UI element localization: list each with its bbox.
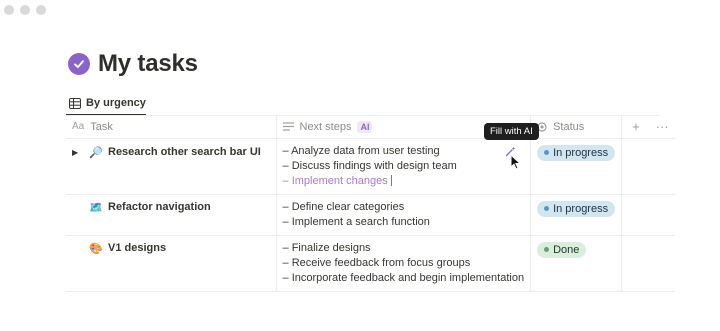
mouse-cursor-icon <box>510 154 521 170</box>
status-cell[interactable]: In progress <box>530 138 623 195</box>
step-item: – Incorporate feedback and begin impleme… <box>282 271 525 284</box>
step-item: – Analyze data from user testing <box>282 144 440 157</box>
text-property-icon: Aa <box>72 121 85 133</box>
table-row[interactable]: 🗺️ Refactor navigation – Define clear ca… <box>66 194 675 236</box>
table-row[interactable]: 🎨 V1 designs – Finalize designs – Receiv… <box>66 235 675 292</box>
task-cell[interactable]: 🎨 V1 designs <box>66 235 277 292</box>
step-item: – Discuss findings with design team <box>282 159 457 172</box>
empty-cell <box>621 235 675 292</box>
column-header-status[interactable]: Status <box>530 116 623 139</box>
empty-cell <box>621 138 675 195</box>
status-dot <box>544 247 550 252</box>
status-label: In progress <box>553 202 609 215</box>
table-icon <box>69 97 81 109</box>
maximize-window-dot[interactable] <box>36 5 46 15</box>
status-dot <box>544 206 550 211</box>
magnifier-emoji-icon: 🔎 <box>89 146 103 159</box>
task-name: Refactor navigation <box>108 201 211 213</box>
table-row[interactable]: ▶ 🔎 Research other search bar UI – Analy… <box>66 138 675 195</box>
close-window-dot[interactable] <box>4 5 14 15</box>
next-steps-cell[interactable]: – Finalize designs – Receive feedback fr… <box>276 235 532 292</box>
map-emoji-icon: 🗺️ <box>89 201 103 214</box>
task-name: Research other search bar UI <box>108 146 261 158</box>
empty-cell <box>621 194 675 236</box>
status-label: In progress <box>553 146 609 159</box>
add-property-button[interactable]: + <box>632 119 640 134</box>
column-actions: + ··· <box>621 116 675 139</box>
page-header: My tasks <box>68 50 198 78</box>
step-item: – Implement a search function <box>282 215 430 228</box>
minimize-window-dot[interactable] <box>20 5 30 15</box>
table-header-row: Aa Task Next steps AI Status + ··· <box>66 116 675 139</box>
step-item: – Receive feedback from focus groups <box>282 256 471 269</box>
step-item: – Finalize designs <box>282 241 371 254</box>
task-name: V1 designs <box>108 242 167 254</box>
page-title: My tasks <box>98 50 198 77</box>
next-steps-cell[interactable]: – Define clear categories – Implement a … <box>276 194 532 236</box>
step-item: – Define clear categories <box>282 200 405 213</box>
ai-badge: AI <box>357 120 373 133</box>
text-caret <box>390 175 392 187</box>
status-cell[interactable]: Done <box>530 235 623 292</box>
tab-by-urgency[interactable]: By urgency <box>66 93 149 113</box>
tasks-table: Aa Task Next steps AI Status + ··· ▶ 🔎 R… <box>66 116 675 292</box>
fill-with-ai-tooltip: Fill with AI <box>484 123 539 140</box>
lines-icon <box>282 122 294 131</box>
palette-emoji-icon: 🎨 <box>89 242 103 255</box>
more-options-button[interactable]: ··· <box>656 119 669 134</box>
status-label: Done <box>553 243 580 256</box>
status-badge[interactable]: In progress <box>537 200 616 217</box>
status-cell[interactable]: In progress <box>530 194 623 236</box>
column-header-next-steps-label: Next steps <box>299 120 352 133</box>
expand-toggle-icon[interactable]: ▶ <box>72 148 84 157</box>
next-steps-cell[interactable]: – Analyze data from user testing – Discu… <box>276 138 532 195</box>
window-controls <box>4 5 46 15</box>
generating-step-item: – Implement changes <box>283 174 525 189</box>
task-cell[interactable]: ▶ 🔎 Research other search bar UI <box>66 138 277 195</box>
column-header-task[interactable]: Aa Task <box>66 116 277 139</box>
column-header-status-label: Status <box>553 120 585 133</box>
column-header-task-label: Task <box>90 120 113 133</box>
status-badge[interactable]: In progress <box>537 144 616 161</box>
status-dot <box>544 150 550 155</box>
check-circle-icon <box>68 53 90 75</box>
view-tab-label: By urgency <box>86 97 146 109</box>
status-badge[interactable]: Done <box>537 241 587 258</box>
task-cell[interactable]: 🗺️ Refactor navigation <box>66 194 277 236</box>
